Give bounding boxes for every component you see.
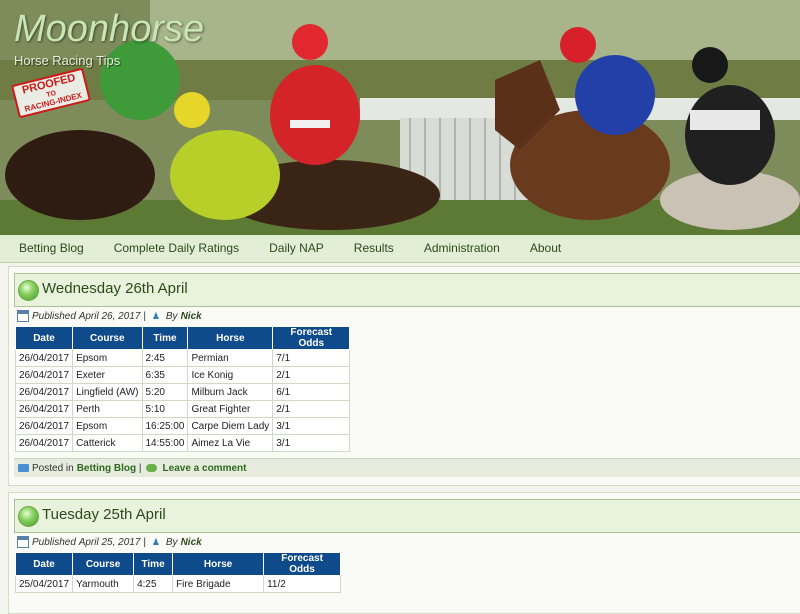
cell-course: Epsom [72, 349, 143, 367]
col-header-date: Date [14, 552, 74, 576]
col-header-forecast-odds: Forecast Odds [263, 552, 342, 576]
col-header-course: Course [72, 552, 135, 576]
cell-course: Yarmouth [72, 575, 135, 593]
by-prefix: By [165, 310, 178, 322]
cell-horse: Great Fighter [187, 400, 274, 418]
user-icon: ♟ [151, 536, 160, 547]
cell-date: 26/04/2017 [14, 417, 74, 435]
cell-course: Epsom [72, 417, 143, 435]
cell-odds: 3/1 [272, 434, 351, 452]
by-prefix: By [165, 536, 178, 548]
nav-item-complete-daily-ratings[interactable]: Complete Daily Ratings [99, 235, 254, 262]
published-prefix: Published [32, 310, 76, 322]
cell-time: 5:20 [141, 383, 189, 401]
cell-course: Catterick [72, 434, 143, 452]
table-row: 26/04/2017 Epsom 16:25:00 Carpe Diem Lad… [14, 417, 351, 435]
cell-time: 6:35 [141, 366, 189, 384]
cell-time: 5:10 [141, 400, 189, 418]
site-title[interactable]: Moonhorse [14, 8, 204, 51]
cell-date: 26/04/2017 [14, 434, 74, 452]
cell-horse: Carpe Diem Lady [187, 417, 274, 435]
cell-odds: 11/2 [263, 575, 342, 593]
cell-time: 14:55:00 [141, 434, 189, 452]
post-author[interactable]: Nick [181, 311, 202, 322]
table-row: 25/04/2017 Yarmouth 4:25 Fire Brigade 11… [14, 575, 342, 593]
post-title-bar: Wednesday 26th April [14, 273, 800, 307]
table-row: 26/04/2017 Perth 5:10 Great Fighter 2/1 [14, 400, 351, 418]
cell-date: 26/04/2017 [14, 400, 74, 418]
leave-comment-link[interactable]: Leave a comment [163, 463, 247, 474]
nav-item-results[interactable]: Results [339, 235, 409, 262]
published-prefix: Published [32, 536, 76, 548]
folder-icon [18, 464, 29, 472]
post-meta: Published April 25, 2017 | ♟ By Nick [17, 536, 202, 548]
table-row: 26/04/2017 Catterick 14:55:00 Aimez La V… [14, 434, 351, 452]
nav-item-about[interactable]: About [515, 235, 576, 262]
table-row: 26/04/2017 Exeter 6:35 Ice Konig 2/1 [14, 366, 351, 384]
nav-item-betting-blog[interactable]: Betting Blog [0, 235, 99, 262]
site-tagline: Horse Racing Tips [14, 53, 121, 68]
cell-odds: 6/1 [272, 383, 351, 401]
cell-horse: Fire Brigade [172, 575, 265, 593]
col-header-horse: Horse [187, 326, 274, 350]
col-header-date: Date [14, 326, 74, 350]
category-link[interactable]: Betting Blog [77, 463, 136, 474]
post-title[interactable]: Wednesday 26th April [42, 280, 188, 297]
table-row: 26/04/2017 Lingfield (AW) 5:20 Milburn J… [14, 383, 351, 401]
post-title[interactable]: Tuesday 25th April [42, 506, 166, 523]
cell-date: 26/04/2017 [14, 349, 74, 367]
cell-horse: Ice Konig [187, 366, 274, 384]
post-title-bar: Tuesday 25th April [14, 499, 800, 533]
cell-time: 4:25 [133, 575, 174, 593]
green-orb-icon [18, 506, 39, 527]
cell-odds: 2/1 [272, 366, 351, 384]
published-date: April 25, 2017 [78, 536, 141, 548]
cell-time: 2:45 [141, 349, 189, 367]
post-meta: Published April 26, 2017 | ♟ By Nick [17, 310, 202, 322]
cell-course: Perth [72, 400, 143, 418]
table-header-row: Date Course Time Horse Forecast Odds [14, 326, 351, 350]
cell-date: 26/04/2017 [14, 366, 74, 384]
comment-icon [145, 464, 157, 472]
col-header-forecast-odds: Forecast Odds [272, 326, 351, 350]
ratings-table: Date Course Time Horse Forecast Odds 26/… [14, 326, 351, 452]
table-header-row: Date Course Time Horse Forecast Odds [14, 552, 342, 576]
table-row: 26/04/2017 Epsom 2:45 Permian 7/1 [14, 349, 351, 367]
green-orb-icon [18, 280, 39, 301]
cell-horse: Aimez La Vie [187, 434, 274, 452]
cell-horse: Permian [187, 349, 274, 367]
post: Tuesday 25th April Published April 25, 2… [8, 492, 800, 614]
ratings-table: Date Course Time Horse Forecast Odds 25/… [14, 552, 342, 593]
nav-item-daily-nap[interactable]: Daily NAP [254, 235, 339, 262]
calendar-icon [17, 536, 29, 548]
col-header-horse: Horse [172, 552, 265, 576]
user-icon: ♟ [151, 310, 160, 321]
site-header: Moonhorse Horse Racing Tips PROOFED TO R… [0, 0, 800, 235]
posted-in-label: Posted in [32, 462, 74, 474]
post-footer: Posted in Betting Blog | Leave a comment [14, 458, 800, 477]
cell-course: Lingfield (AW) [72, 383, 143, 401]
col-header-time: Time [133, 552, 174, 576]
calendar-icon [17, 310, 29, 322]
col-header-time: Time [141, 326, 189, 350]
nav-item-administration[interactable]: Administration [409, 235, 515, 262]
footer-separator: | [136, 462, 142, 474]
cell-horse: Milburn Jack [187, 383, 274, 401]
cell-odds: 3/1 [272, 417, 351, 435]
cell-odds: 2/1 [272, 400, 351, 418]
cell-time: 16:25:00 [141, 417, 189, 435]
col-header-course: Course [72, 326, 143, 350]
cell-odds: 7/1 [272, 349, 351, 367]
main-nav: Betting Blog Complete Daily Ratings Dail… [0, 235, 800, 263]
cell-course: Exeter [72, 366, 143, 384]
cell-date: 26/04/2017 [14, 383, 74, 401]
published-date: April 26, 2017 [78, 310, 141, 322]
post: Wednesday 26th April Published April 26,… [8, 266, 800, 486]
cell-date: 25/04/2017 [14, 575, 74, 593]
post-author[interactable]: Nick [181, 537, 202, 548]
